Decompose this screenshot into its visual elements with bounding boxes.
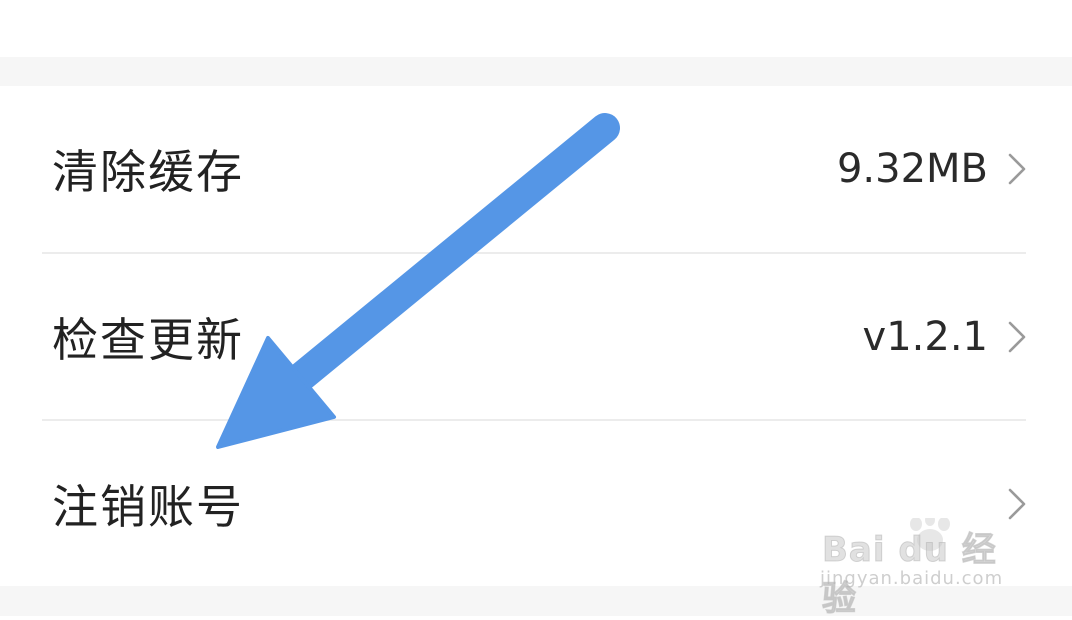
- clear-cache-label: 清除缓存: [52, 145, 244, 199]
- version-value: v1.2.1: [862, 314, 988, 360]
- chevron-right-icon: [1008, 488, 1026, 520]
- chevron-right-icon: [1008, 153, 1026, 185]
- settings-list: 清除缓存 9.32MB 检查更新 v1.2.1 注销账号: [0, 86, 1072, 586]
- clear-cache-item[interactable]: 清除缓存 9.32MB: [0, 86, 1072, 252]
- section-gap-top: [0, 57, 1072, 86]
- deactivate-account-label: 注销账号: [52, 480, 244, 534]
- section-gap-bottom: [0, 586, 1072, 616]
- chevron-right-icon: [1008, 321, 1026, 353]
- check-update-label: 检查更新: [52, 313, 244, 367]
- deactivate-account-item[interactable]: 注销账号: [0, 421, 1072, 587]
- top-blank-area: [0, 0, 1072, 57]
- check-update-item[interactable]: 检查更新 v1.2.1: [0, 254, 1072, 420]
- cache-size-value: 9.32MB: [836, 146, 988, 192]
